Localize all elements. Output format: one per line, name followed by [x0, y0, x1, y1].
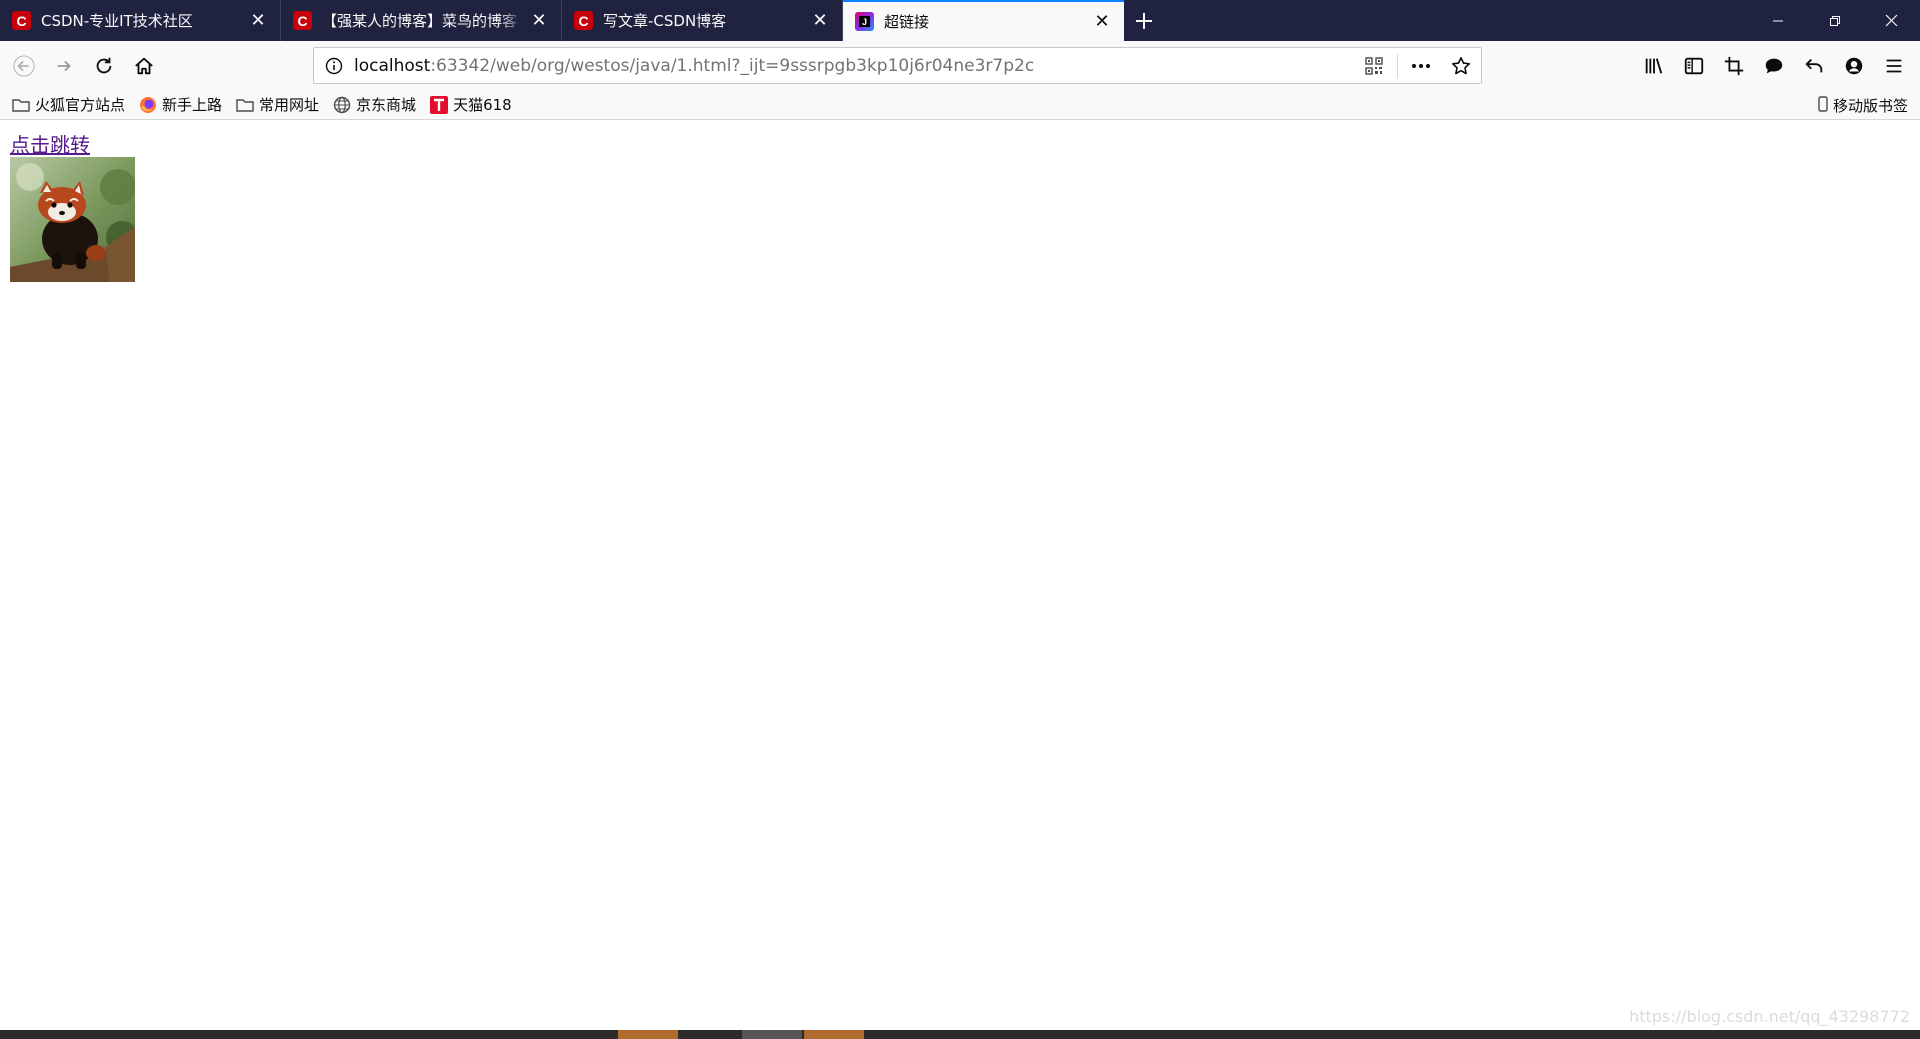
sidebar-icon	[1684, 57, 1704, 74]
screenshot-button[interactable]	[1714, 46, 1754, 86]
reload-icon	[96, 57, 112, 73]
page-actions-icon[interactable]	[1401, 48, 1441, 84]
tmall-icon	[430, 95, 449, 114]
taskbar-item[interactable]	[742, 1030, 802, 1039]
forward-arrow-icon	[57, 60, 71, 71]
taskbar-item[interactable]	[804, 1030, 864, 1039]
library-button[interactable]	[1634, 46, 1674, 86]
taskbar-item[interactable]	[618, 1030, 678, 1039]
account-button[interactable]	[1834, 46, 1874, 86]
home-button[interactable]	[124, 46, 164, 86]
close-icon[interactable]: ✕	[1092, 11, 1112, 32]
crop-icon	[1724, 56, 1744, 75]
window-controls	[1749, 0, 1920, 41]
bookmark-label: 火狐官方站点	[35, 96, 126, 114]
close-icon[interactable]: ✕	[248, 10, 268, 31]
back-button[interactable]	[4, 46, 44, 86]
tab-title: 超链接	[884, 13, 930, 31]
reload-button[interactable]	[84, 46, 124, 86]
close-window-button[interactable]	[1863, 0, 1920, 41]
close-icon[interactable]: ✕	[810, 10, 830, 31]
site-info-icon[interactable]	[314, 48, 354, 84]
folder-icon	[12, 96, 30, 114]
divider	[1397, 53, 1398, 78]
sidebar-button[interactable]	[1674, 46, 1714, 86]
close-icon[interactable]: ✕	[529, 10, 549, 31]
home-icon	[135, 57, 153, 74]
tab-csdn-home[interactable]: C CSDN-专业IT技术社区 ✕	[0, 0, 281, 41]
tab-blog[interactable]: C 【强某人的博客】菜鸟的博客 - ✕	[281, 0, 562, 41]
bookmark-item[interactable]: 天猫618	[430, 94, 512, 115]
library-icon	[1645, 57, 1663, 74]
bookmark-item[interactable]: 常用网址	[236, 94, 319, 115]
toolbar-right	[1634, 41, 1920, 90]
csdn-icon: C	[574, 11, 593, 30]
url-text[interactable]: localhost:63342/web/org/westos/java/1.ht…	[354, 56, 1354, 76]
mobile-bookmarks-label: 移动版书签	[1832, 96, 1908, 115]
minimize-button[interactable]	[1749, 0, 1806, 41]
mobile-bookmarks[interactable]: 移动版书签	[1818, 90, 1908, 120]
phone-icon	[1818, 96, 1830, 114]
forward-button[interactable]	[44, 46, 84, 86]
jump-link[interactable]: 点击跳转	[10, 129, 90, 158]
tab-title: 【强某人的博客】菜鸟的博客 -	[322, 12, 523, 30]
tab-hyperlink[interactable]: J 超链接 ✕	[843, 0, 1124, 41]
jetbrains-icon: J	[855, 12, 874, 31]
plus-icon	[1136, 12, 1152, 29]
tab-title: 写文章-CSDN博客	[603, 12, 727, 30]
navigation-toolbar: localhost:63342/web/org/westos/java/1.ht…	[0, 41, 1920, 90]
restore-button[interactable]	[1806, 0, 1863, 41]
bookmark-star-icon[interactable]	[1441, 48, 1481, 84]
tab-strip: C CSDN-专业IT技术社区 ✕ C 【强某人的博客】菜鸟的博客 - ✕ C …	[0, 0, 1920, 41]
folder-icon	[236, 96, 254, 114]
bookmark-item[interactable]: 京东商城	[333, 94, 416, 115]
hamburger-menu-icon	[1886, 59, 1902, 72]
back-arrow-icon	[13, 54, 35, 77]
bookmark-label: 天猫618	[453, 96, 512, 114]
url-bar[interactable]: localhost:63342/web/org/westos/java/1.ht…	[313, 47, 1482, 84]
chat-bubble-icon	[1765, 58, 1783, 73]
tab-title: CSDN-专业IT技术社区	[41, 12, 193, 30]
csdn-icon: C	[293, 11, 312, 30]
globe-icon	[333, 96, 351, 114]
account-icon	[1845, 57, 1863, 74]
close-icon	[1885, 14, 1898, 27]
bookmark-label: 京东商城	[356, 96, 417, 114]
url-host: localhost	[354, 55, 431, 76]
red-panda-image[interactable]	[10, 157, 135, 282]
csdn-icon: C	[12, 11, 31, 30]
firefox-icon	[139, 96, 157, 114]
undo-icon	[1805, 58, 1823, 72]
minimize-icon	[1772, 20, 1783, 21]
tab-write-article[interactable]: C 写文章-CSDN博客 ✕	[562, 0, 843, 41]
taskbar	[0, 1030, 1920, 1039]
restore-icon	[1829, 15, 1840, 26]
bookmark-label: 新手上路	[162, 96, 223, 114]
bookmark-item[interactable]: 新手上路	[139, 94, 222, 115]
url-path: :63342/web/org/westos/java/1.html?_ijt=9…	[430, 55, 1035, 76]
watermark: https://blog.csdn.net/qq_43298772	[1629, 1007, 1910, 1026]
menu-button[interactable]	[1874, 46, 1914, 86]
bookmark-label: 常用网址	[259, 96, 320, 114]
bookmarks-toolbar: 火狐官方站点 新手上路 常用网址 京东商城 天猫618 移动版书签	[0, 90, 1920, 120]
bookmark-item[interactable]: 火狐官方站点	[12, 94, 125, 115]
chat-button[interactable]	[1754, 46, 1794, 86]
page-content: 点击跳转 https://blog.csdn.net/qq_43298772	[0, 121, 1920, 1030]
undo-button[interactable]	[1794, 46, 1834, 86]
qr-code-icon[interactable]	[1354, 48, 1394, 84]
new-tab-button[interactable]	[1124, 0, 1164, 41]
